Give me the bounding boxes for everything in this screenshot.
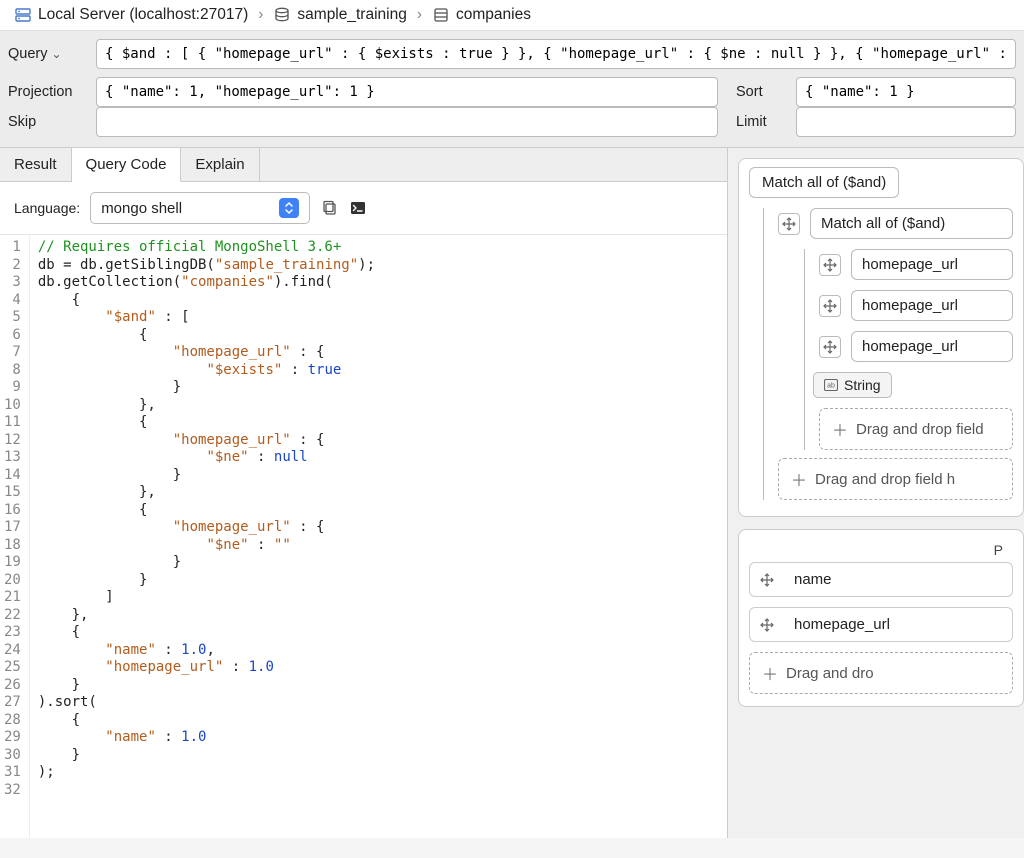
type-string-pill[interactable]: ab String xyxy=(813,372,892,398)
language-select[interactable]: mongo shell xyxy=(90,192,310,224)
breadcrumb-database[interactable]: sample_training xyxy=(273,6,406,24)
drag-handle-icon[interactable] xyxy=(819,254,841,276)
drag-handle-icon[interactable] xyxy=(819,336,841,358)
drag-handle-icon[interactable] xyxy=(819,295,841,317)
visual-query-pane: Match all of ($and) Match all of ($and) … xyxy=(728,148,1024,838)
terminal-icon[interactable] xyxy=(348,198,368,218)
visual-query-card: Match all of ($and) Match all of ($and) … xyxy=(738,158,1024,517)
drop-zone-projection[interactable]: ＋ Drag and dro xyxy=(749,652,1013,694)
sort-label: Sort xyxy=(736,84,786,100)
plus-icon: ＋ xyxy=(762,661,778,685)
breadcrumb-separator: › xyxy=(417,6,422,24)
drag-handle-icon[interactable] xyxy=(756,614,778,636)
breadcrumb-server-label: Local Server (localhost:27017) xyxy=(38,6,248,24)
tab-query-code[interactable]: Query Code xyxy=(72,148,182,182)
limit-label: Limit xyxy=(736,114,786,130)
limit-input[interactable] xyxy=(796,107,1016,137)
svg-text:ab: ab xyxy=(827,383,835,390)
field-homepage-url-3[interactable]: homepage_url xyxy=(851,331,1013,362)
collection-icon xyxy=(432,6,450,24)
skip-input[interactable] xyxy=(96,107,718,137)
tabs: Result Query Code Explain xyxy=(0,148,727,182)
root-and-pill[interactable]: Match all of ($and) xyxy=(749,167,899,198)
projection-section-label: P xyxy=(749,538,1013,562)
tab-result[interactable]: Result xyxy=(0,148,72,181)
plus-icon: ＋ xyxy=(791,467,807,491)
projection-field-homepage-url[interactable]: homepage_url xyxy=(749,607,1013,642)
database-icon xyxy=(273,6,291,24)
language-selected: mongo shell xyxy=(101,200,182,217)
breadcrumb-collection[interactable]: companies xyxy=(432,6,531,24)
updown-icon xyxy=(279,198,299,218)
tab-explain[interactable]: Explain xyxy=(181,148,259,181)
code-editor[interactable]: 1234567891011121314151617181920212223242… xyxy=(0,235,727,838)
skip-label: Skip xyxy=(8,114,86,130)
sort-input[interactable] xyxy=(796,77,1016,107)
projection-field-name[interactable]: name xyxy=(749,562,1013,597)
visual-projection-card: P name homepage_url ＋ Drag and dro xyxy=(738,529,1024,707)
breadcrumb-database-label: sample_training xyxy=(297,6,406,24)
server-icon xyxy=(14,6,32,24)
query-label[interactable]: Query ⌄ xyxy=(8,46,86,62)
type-icon: ab xyxy=(824,379,838,391)
drop-zone-inner[interactable]: ＋ Drag and drop field xyxy=(819,408,1013,450)
field-homepage-url-1[interactable]: homepage_url xyxy=(851,249,1013,280)
breadcrumb-collection-label: companies xyxy=(456,6,531,24)
projection-label: Projection xyxy=(8,84,86,100)
copy-icon[interactable] xyxy=(320,198,340,218)
breadcrumb: Local Server (localhost:27017) › sample_… xyxy=(0,0,1024,31)
drop-zone-outer[interactable]: ＋ Drag and drop field h xyxy=(778,458,1013,500)
breadcrumb-separator: › xyxy=(258,6,263,24)
projection-input[interactable] xyxy=(96,77,718,107)
query-input[interactable] xyxy=(96,39,1016,69)
chevron-down-icon: ⌄ xyxy=(52,47,62,61)
plus-icon: ＋ xyxy=(832,417,848,441)
field-homepage-url-2[interactable]: homepage_url xyxy=(851,290,1013,321)
left-pane: Result Query Code Explain Language: mong… xyxy=(0,148,728,838)
drag-handle-icon[interactable] xyxy=(756,569,778,591)
nested-and-pill[interactable]: Match all of ($and) xyxy=(810,208,1013,239)
query-section: Query ⌄ Projection Sort Skip Limit xyxy=(0,31,1024,148)
breadcrumb-server[interactable]: Local Server (localhost:27017) xyxy=(14,6,248,24)
drag-handle-icon[interactable] xyxy=(778,213,800,235)
language-label: Language: xyxy=(14,200,80,216)
